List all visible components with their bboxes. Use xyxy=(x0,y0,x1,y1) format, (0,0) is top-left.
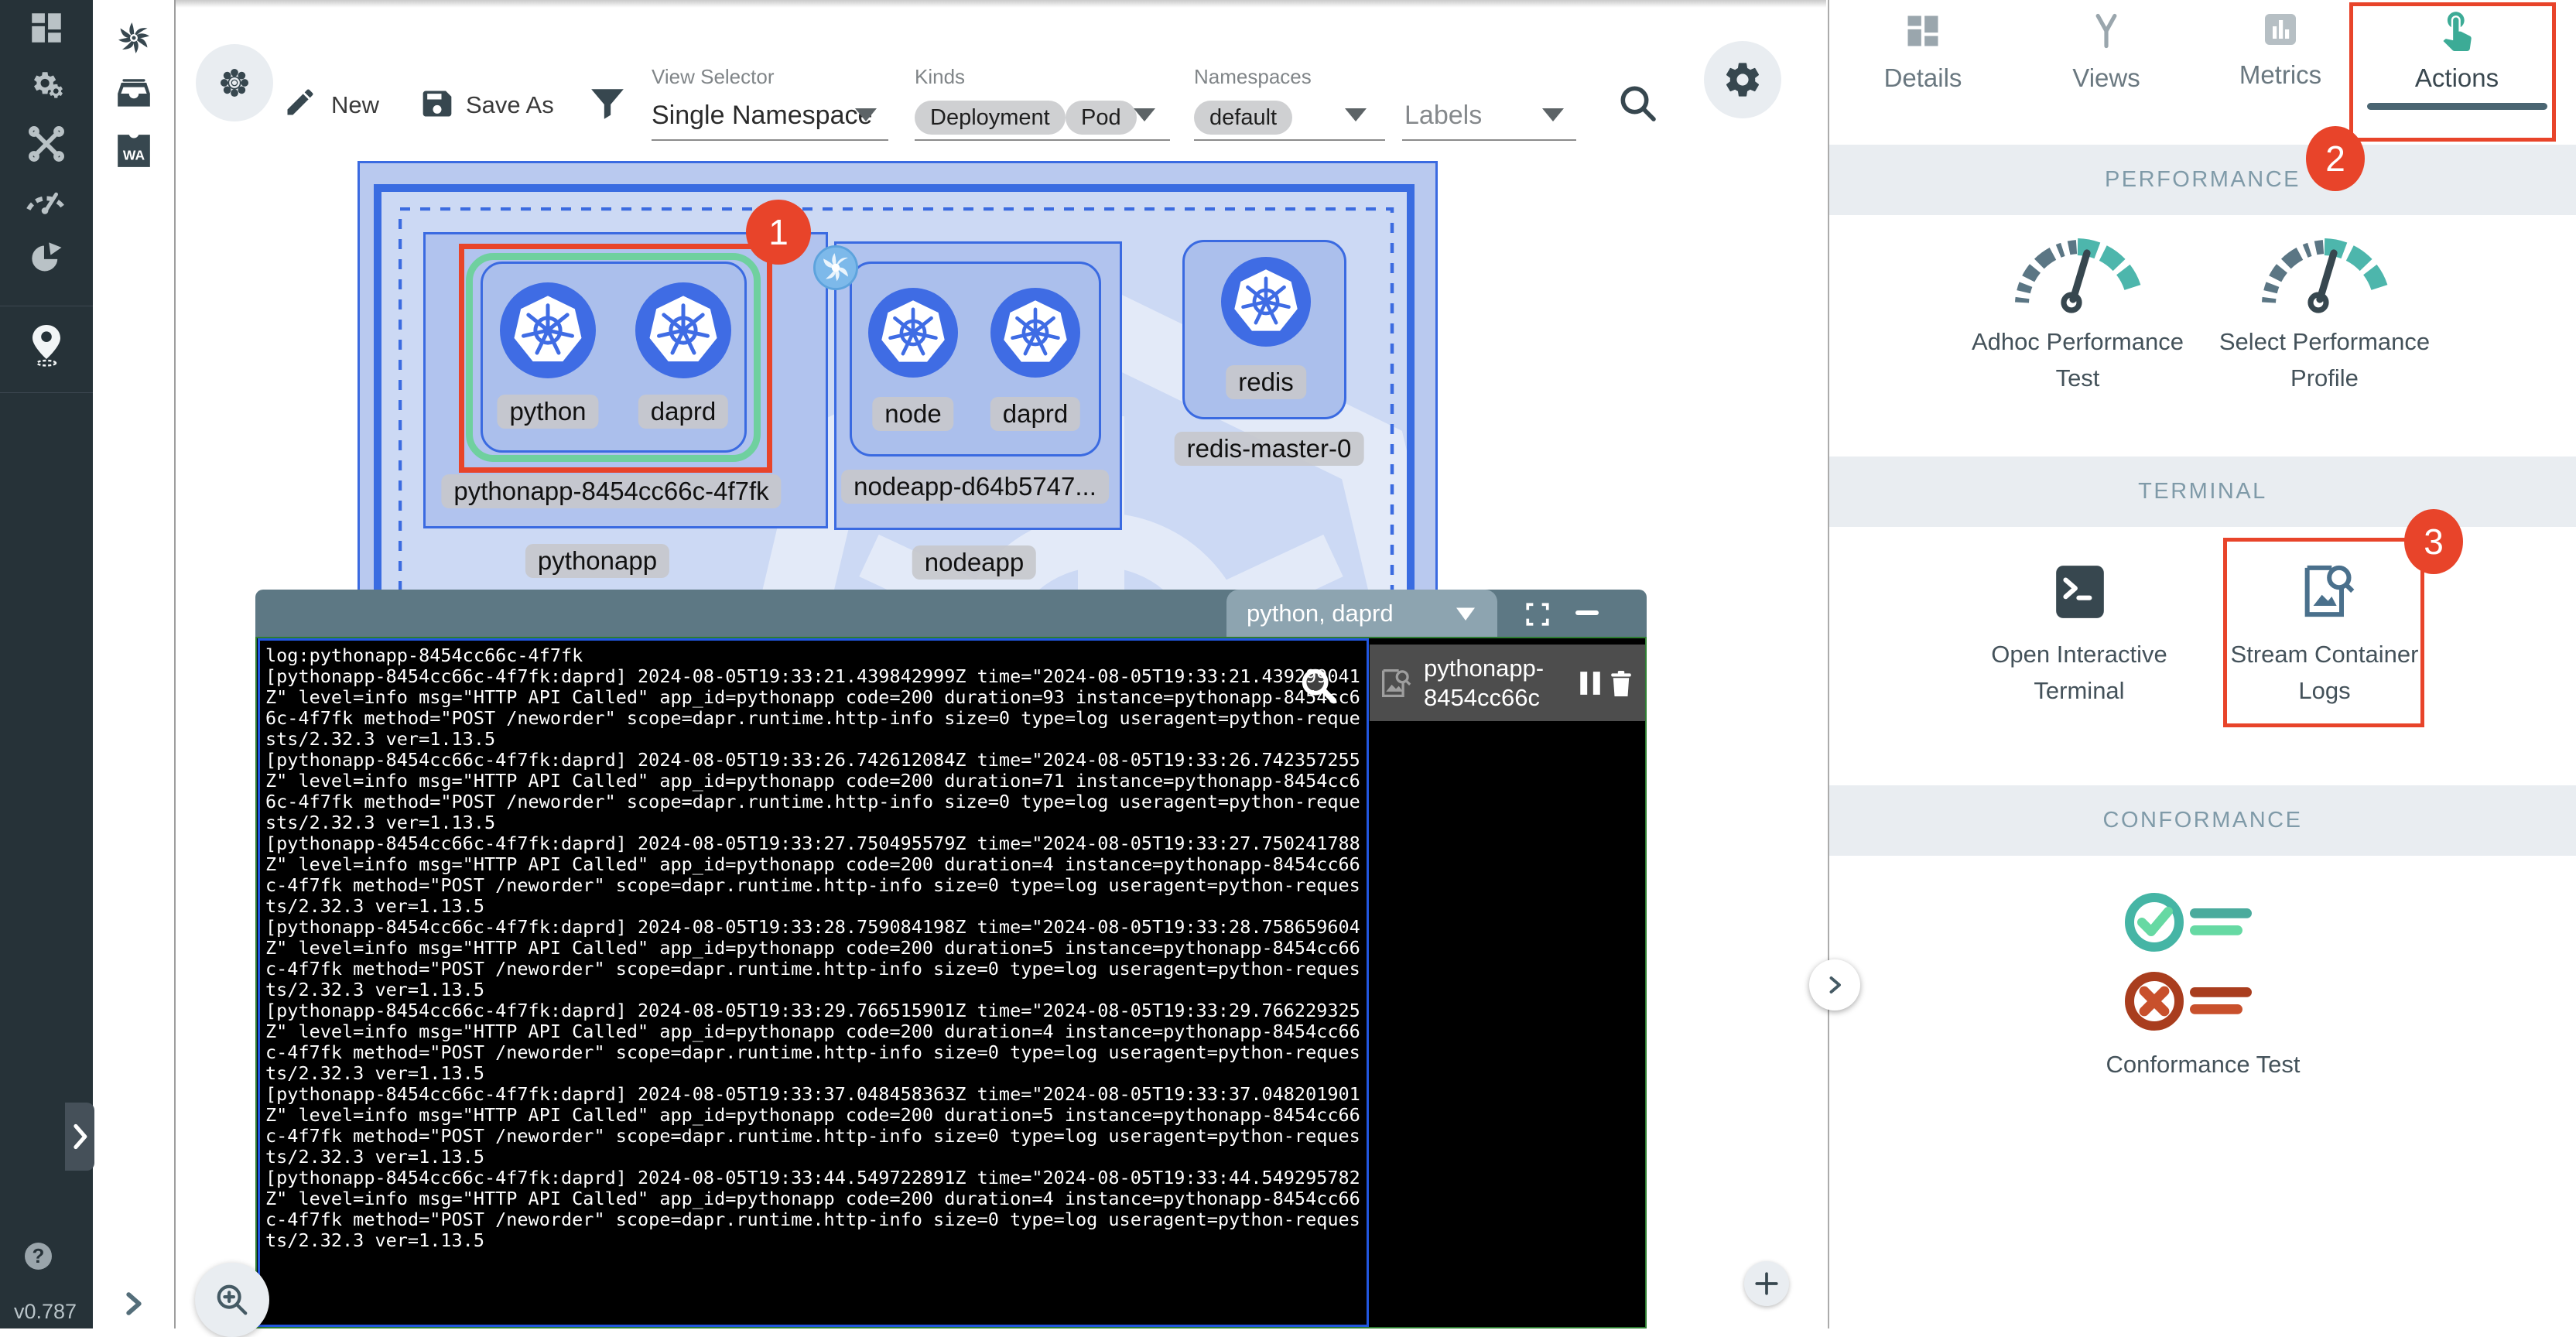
save-icon[interactable] xyxy=(420,87,454,125)
pause-stream-icon[interactable] xyxy=(1579,670,1602,696)
app-version: v0.787 xyxy=(14,1300,77,1324)
tab-metrics[interactable]: Metrics xyxy=(2195,11,2366,90)
tab-details[interactable]: Details xyxy=(1838,11,2008,93)
labels-caret-icon[interactable] xyxy=(1542,108,1564,121)
adhoc-performance-icon[interactable] xyxy=(2000,228,2155,317)
help-icon[interactable]: ? xyxy=(25,1243,52,1270)
dapr-badge-icon xyxy=(813,245,858,294)
container-label: redis xyxy=(1226,365,1306,399)
node-container-node[interactable] xyxy=(868,288,958,381)
wa-glyph: WA xyxy=(123,147,145,162)
container-label: node xyxy=(872,397,953,431)
annotation-rect-1 xyxy=(459,244,772,473)
stream-sidebar: pythonapp- 8454cc66c xyxy=(1370,638,1645,1327)
conformance-icon[interactable] xyxy=(2122,890,2284,1048)
search-icon[interactable] xyxy=(1616,81,1659,128)
annotation-rect-3 xyxy=(2223,538,2424,727)
settings-gears-icon[interactable] xyxy=(0,65,93,108)
magnifier-cursor-icon xyxy=(1298,665,1339,710)
sidebar-expand-button[interactable] xyxy=(65,1103,94,1171)
conformance-test-item[interactable]: Conformance Test xyxy=(2106,1046,2301,1082)
panel-collapse-button[interactable] xyxy=(1809,959,1860,1010)
container-label: daprd xyxy=(990,397,1080,431)
delete-stream-icon[interactable] xyxy=(1608,668,1634,698)
settings-gear-button[interactable] xyxy=(1704,41,1781,118)
annotation-step-3: 3 xyxy=(2404,509,2463,574)
stream-logs-icon xyxy=(1379,668,1413,699)
open-terminal-item[interactable]: Open InteractiveTerminal xyxy=(1991,636,2167,709)
labels-placeholder[interactable]: Labels xyxy=(1404,101,1482,131)
view-selector-value[interactable]: Single Namespace xyxy=(652,101,872,131)
section-conformance: CONFORMANCE xyxy=(1829,785,2576,856)
zoom-in-button[interactable] xyxy=(195,1263,269,1337)
kinds-caret-icon[interactable] xyxy=(1134,108,1155,121)
wasm-extension-icon[interactable]: WA xyxy=(115,132,153,170)
chart-icon[interactable] xyxy=(0,237,93,280)
open-terminal-icon[interactable] xyxy=(2051,563,2109,624)
view-selector-label: View Selector xyxy=(652,65,775,89)
performance-gauge-icon[interactable] xyxy=(0,176,93,220)
stream-session-item[interactable]: pythonapp- 8454cc66c xyxy=(1370,645,1645,721)
kanvas-logo-button[interactable] xyxy=(196,44,273,121)
app-sidebar: ? v0.787 xyxy=(0,0,93,1328)
stream-session-title: pythonapp- 8454cc66c xyxy=(1424,654,1544,713)
annotation-rect-2 xyxy=(2349,2,2556,142)
add-node-button[interactable] xyxy=(1744,1261,1789,1306)
save-as-button[interactable]: Save As xyxy=(466,91,554,119)
toolbox-icon[interactable] xyxy=(0,122,93,166)
details-panel: Details Views Metrics Actions PERFORMANC… xyxy=(1828,0,2576,1328)
select-profile-icon[interactable] xyxy=(2247,228,2402,317)
annotation-step-2: 2 xyxy=(2306,126,2365,191)
redis-container-node[interactable] xyxy=(1221,257,1311,350)
adhoc-performance-item[interactable]: Adhoc PerformanceTest xyxy=(1972,323,2184,396)
terminal-container-selector[interactable]: python, daprd xyxy=(1226,590,1497,637)
pod-label: nodeapp-d64b5747... xyxy=(841,470,1109,504)
filter-icon[interactable] xyxy=(588,84,627,128)
minimize-icon[interactable] xyxy=(1575,610,1599,615)
group-label: pythonapp xyxy=(525,544,669,578)
strip-expand-icon[interactable] xyxy=(121,1291,159,1329)
top-shadow xyxy=(176,0,1826,8)
namespace-chip-default[interactable]: default xyxy=(1194,101,1292,135)
new-button[interactable]: New xyxy=(331,91,379,119)
extensions-strip: WA xyxy=(93,0,176,1328)
location-pin-icon[interactable] xyxy=(0,323,93,367)
tab-views[interactable]: Views xyxy=(2021,11,2191,93)
log-text: log:pythonapp-8454cc66c-4f7fk [pythonapp… xyxy=(265,645,1360,1251)
fullscreen-icon[interactable] xyxy=(1524,601,1551,631)
terminal-body: log:pythonapp-8454cc66c-4f7fk [pythonapp… xyxy=(255,637,1647,1328)
view-selector-caret-icon[interactable] xyxy=(855,108,877,121)
annotation-step-1: 1 xyxy=(746,200,811,265)
kind-chip-deployment[interactable]: Deployment xyxy=(915,101,1066,135)
pod-label: redis-master-0 xyxy=(1175,432,1364,466)
meshery-spiral-icon[interactable] xyxy=(115,19,153,57)
group-label: nodeapp xyxy=(912,545,1036,580)
log-terminal-window: python, daprd log:pythonapp-8454cc66c-4f… xyxy=(255,590,1647,1328)
daprd2-container-node[interactable] xyxy=(990,288,1080,381)
namespaces-label: Namespaces xyxy=(1194,65,1312,89)
section-terminal: TERMINAL xyxy=(1829,456,2576,527)
kind-chip-pod[interactable]: Pod xyxy=(1066,101,1137,135)
select-profile-item[interactable]: Select PerformanceProfile xyxy=(2219,323,2430,396)
kinds-label: Kinds xyxy=(915,65,965,89)
catalog-drawer-icon[interactable] xyxy=(115,74,153,113)
terminal-selector-value: python, daprd xyxy=(1247,600,1394,627)
pencil-icon[interactable] xyxy=(283,85,317,123)
pod-label: pythonapp-8454cc66c-4f7fk xyxy=(441,474,781,508)
log-output-pane[interactable]: log:pythonapp-8454cc66c-4f7fk [pythonapp… xyxy=(258,638,1369,1327)
terminal-selector-caret-icon xyxy=(1454,605,1477,622)
section-performance: PERFORMANCE xyxy=(1829,145,2576,215)
help-glyph: ? xyxy=(32,1244,45,1268)
namespaces-caret-icon[interactable] xyxy=(1345,108,1367,121)
dashboard-icon[interactable] xyxy=(0,6,93,50)
